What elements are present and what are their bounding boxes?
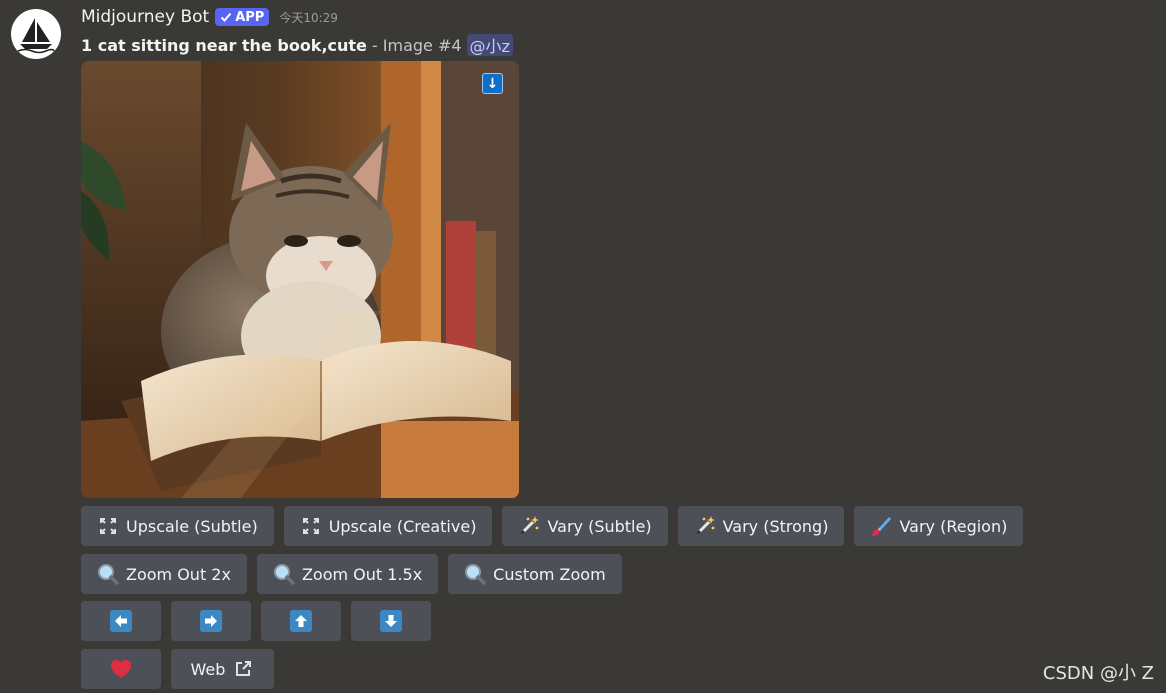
download-button[interactable]: ↓ <box>482 73 503 94</box>
user-mention[interactable]: @小z <box>466 34 513 56</box>
image-index: - Image #4 <box>371 35 462 55</box>
expand-icon <box>300 515 322 537</box>
magic-wand-icon <box>518 515 540 537</box>
zoom-out-1-5x-label: Zoom Out 1.5x <box>301 564 423 584</box>
message-timestamp: 今天10:29 <box>279 10 338 25</box>
app-badge-label: APP <box>235 9 265 25</box>
magnifier-icon <box>273 563 295 585</box>
app-badge: APP <box>215 8 270 26</box>
pan-right-button[interactable] <box>171 601 251 641</box>
arrow-up-icon <box>290 610 312 632</box>
vary-subtle-button[interactable]: Vary (Subtle) <box>502 506 668 546</box>
generated-image[interactable]: ↓ <box>81 61 519 498</box>
pan-down-button[interactable] <box>351 601 431 641</box>
zoom-out-2x-button[interactable]: Zoom Out 2x <box>81 554 247 594</box>
upscale-subtle-label: Upscale (Subtle) <box>126 516 258 536</box>
web-link-label: Web <box>190 659 226 679</box>
arrow-down-icon <box>380 610 402 632</box>
web-link-button[interactable]: Web <box>171 649 274 689</box>
sailboat-icon <box>17 18 55 54</box>
favorite-web-row: Web <box>81 649 274 689</box>
upscale-creative-label: Upscale (Creative) <box>328 516 477 536</box>
watermark: CSDN @小 Z <box>1042 663 1154 684</box>
vary-strong-button[interactable]: Vary (Strong) <box>677 506 845 546</box>
external-link-icon <box>232 658 254 680</box>
message-header: Midjourney Bot APP 今天10:29 <box>81 6 338 28</box>
magnifier-icon <box>97 563 119 585</box>
cat-with-book-image <box>81 61 519 498</box>
custom-zoom-button[interactable]: Custom Zoom <box>448 554 622 594</box>
prompt-text: 1 cat sitting near the book,cute <box>81 35 367 55</box>
vary-region-label: Vary (Region) <box>899 516 1008 536</box>
arrow-right-icon <box>200 610 222 632</box>
magnifier-icon <box>464 563 486 585</box>
zoom-out-1-5x-button[interactable]: Zoom Out 1.5x <box>256 554 439 594</box>
paintbrush-icon <box>870 515 892 537</box>
pan-row <box>81 601 431 641</box>
heart-icon <box>110 658 132 680</box>
favorite-button[interactable] <box>81 649 161 689</box>
vary-strong-label: Vary (Strong) <box>722 516 829 536</box>
vary-subtle-label: Vary (Subtle) <box>547 516 652 536</box>
pan-up-button[interactable] <box>261 601 341 641</box>
prompt-line: 1 cat sitting near the book,cute - Image… <box>81 33 513 57</box>
upscale-subtle-button[interactable]: Upscale (Subtle) <box>81 506 274 546</box>
custom-zoom-label: Custom Zoom <box>493 564 606 584</box>
vary-region-button[interactable]: Vary (Region) <box>854 506 1024 546</box>
zoom-out-2x-label: Zoom Out 2x <box>126 564 231 584</box>
magic-wand-icon <box>694 515 716 537</box>
upscale-creative-button[interactable]: Upscale (Creative) <box>283 506 493 546</box>
expand-icon <box>97 515 119 537</box>
arrow-left-icon <box>110 610 132 632</box>
pan-left-button[interactable] <box>81 601 161 641</box>
check-icon <box>220 12 232 22</box>
bot-avatar[interactable] <box>11 9 61 59</box>
zoom-row: Zoom Out 2x Zoom Out 1.5x Custom Zoom <box>81 554 622 594</box>
upscale-vary-row: Upscale (Subtle) Upscale (Creative) Vary… <box>81 506 1024 546</box>
author-name[interactable]: Midjourney Bot <box>81 7 209 27</box>
